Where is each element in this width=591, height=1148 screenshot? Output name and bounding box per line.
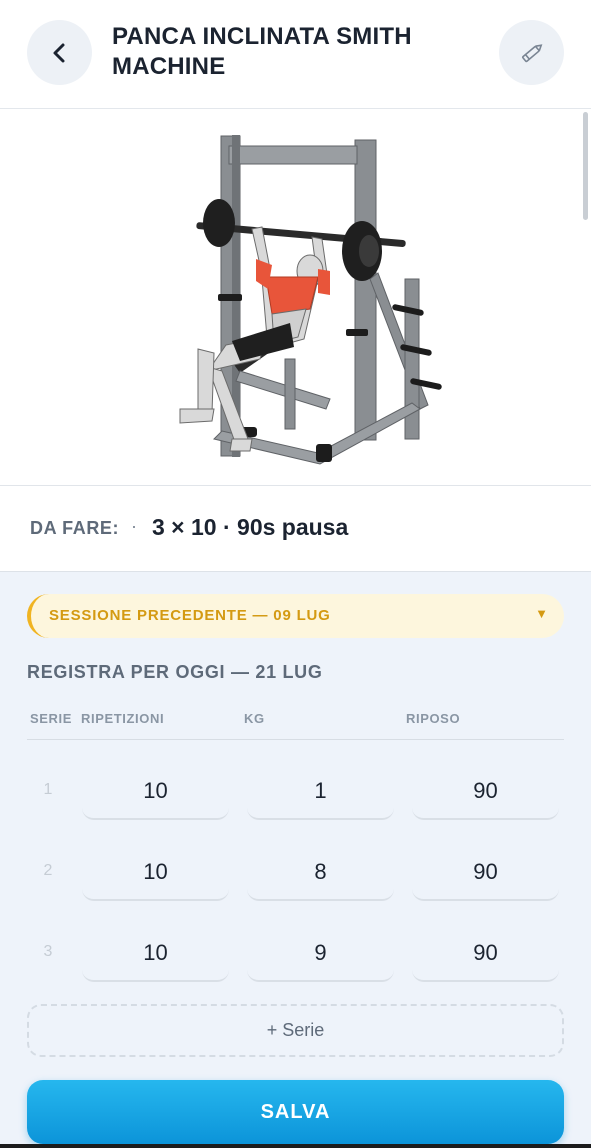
back-button[interactable] (27, 20, 92, 85)
save-button[interactable]: SALVA (27, 1080, 564, 1144)
column-header-set: SERIE (30, 711, 73, 726)
column-header-kg: KG (244, 711, 265, 726)
caret-down-icon: ▼ (535, 606, 548, 621)
system-nav-bar (0, 1144, 591, 1148)
scrollbar[interactable] (583, 112, 588, 220)
reps-input[interactable]: 10 (82, 845, 229, 901)
column-header-reps: RIPETIZIONI (81, 711, 165, 726)
todo-label: DA FARE: (30, 518, 120, 538)
log-title: REGISTRA PER OGGI — 21 LUG (27, 662, 323, 682)
exercise-illustration (0, 109, 591, 486)
set-number: 3 (43, 943, 53, 960)
kg-input[interactable]: 8 (247, 845, 394, 901)
previous-session-label: SESSIONE PRECEDENTE — 09 LUG (49, 607, 331, 624)
header-divider (27, 739, 564, 740)
pencil-icon (521, 43, 542, 62)
header: PANCA INCLINATA SMITH MACHINE (0, 0, 591, 109)
edit-button[interactable] (499, 20, 564, 85)
kg-input[interactable]: 9 (247, 926, 394, 982)
todo-summary: DA FARE: · 3 × 10 · 90s pausa (0, 486, 591, 572)
rest-input[interactable]: 90 (412, 764, 559, 820)
column-header-rest: RIPOSO (406, 711, 461, 726)
todo-separator: · (131, 516, 137, 536)
chevron-left-icon (53, 43, 64, 62)
kg-input[interactable]: 1 (247, 764, 394, 820)
todo-value: 3 × 10 · 90s pausa (152, 514, 349, 540)
rest-input[interactable]: 90 (412, 926, 559, 982)
set-number: 1 (43, 781, 53, 798)
previous-session-toggle[interactable]: SESSIONE PRECEDENTE — 09 LUG ▼ (27, 594, 564, 638)
smith-machine-illustration (179, 135, 442, 465)
page-title: PANCA INCLINATA SMITH MACHINE (112, 23, 412, 80)
set-number: 2 (43, 862, 53, 879)
add-set-button[interactable]: + Serie (27, 1004, 564, 1057)
rest-input[interactable]: 90 (412, 845, 559, 901)
reps-input[interactable]: 10 (82, 764, 229, 820)
reps-input[interactable]: 10 (82, 926, 229, 982)
